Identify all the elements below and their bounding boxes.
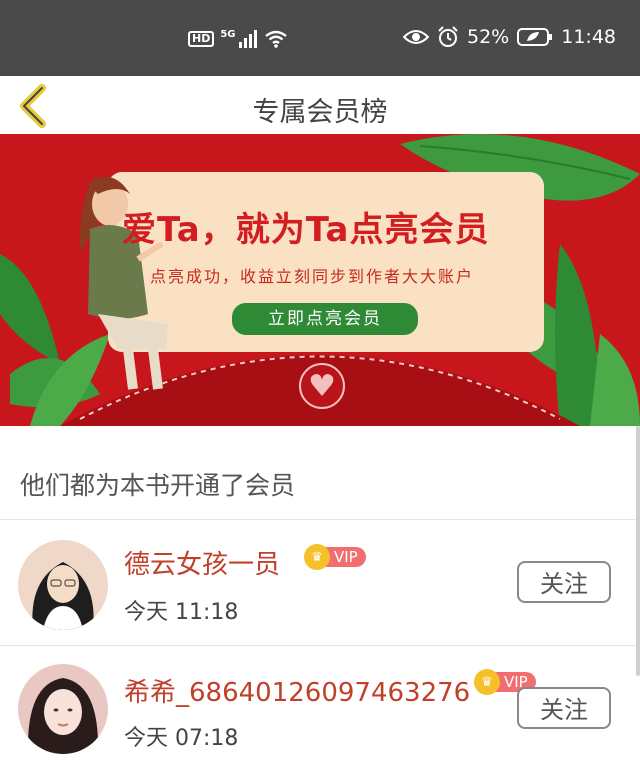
section-heading: 他们都为本书开通了会员 [20, 471, 296, 500]
battery-icon [517, 28, 553, 46]
avatar[interactable] [18, 540, 108, 630]
banner-headline: 爱Ta，就为Ta点亮会员 [122, 210, 490, 250]
list-item[interactable]: 希希_68640126097463276 ♛ VIP 今天 07:18 关注 [0, 646, 640, 770]
clock: 11:48 [561, 26, 616, 48]
banner-subtitle: 点亮成功，收益立刻同步到作者大大账户 [150, 267, 475, 286]
crown-icon: ♛ [304, 544, 330, 570]
avatar[interactable] [18, 664, 108, 754]
crown-icon: ♛ [474, 669, 500, 695]
network-indicators: HD 5G [188, 28, 288, 48]
member-banner[interactable]: 爱Ta，就为Ta点亮会员 点亮成功，收益立刻同步到作者大大账户 立即点亮会员 [0, 134, 640, 426]
scrollbar[interactable] [636, 426, 640, 676]
vip-badge: ♛ VIP [304, 544, 366, 570]
nav-bar: 专属会员榜 [0, 76, 640, 134]
avatar-image [18, 540, 108, 630]
wifi-icon [264, 30, 287, 48]
member-time: 今天 07:18 [124, 726, 239, 751]
5g-label: 5G [220, 28, 236, 40]
avatar-image [18, 664, 108, 754]
member-time: 今天 11:18 [124, 600, 239, 625]
alarm-icon [438, 26, 458, 47]
eye-icon [403, 30, 429, 44]
page-title: 专属会员榜 [252, 97, 388, 128]
list-item[interactable]: 德云女孩一员 ♛ VIP 今天 11:18 关注 [0, 520, 640, 644]
signal-icon [238, 30, 257, 48]
follow-button[interactable]: 关注 [517, 687, 611, 729]
hd-icon: HD [188, 31, 215, 47]
member-name: 德云女孩一员 [124, 550, 281, 580]
member-name: 希希_68640126097463276 [124, 678, 471, 708]
status-bar: HD 5G 52% 11:48 [0, 0, 640, 76]
light-up-membership-button[interactable]: 立即点亮会员 [230, 301, 420, 337]
follow-button[interactable]: 关注 [517, 561, 611, 603]
battery-percent: 52% [467, 26, 510, 48]
system-indicators: 52% 11:48 [403, 26, 616, 48]
